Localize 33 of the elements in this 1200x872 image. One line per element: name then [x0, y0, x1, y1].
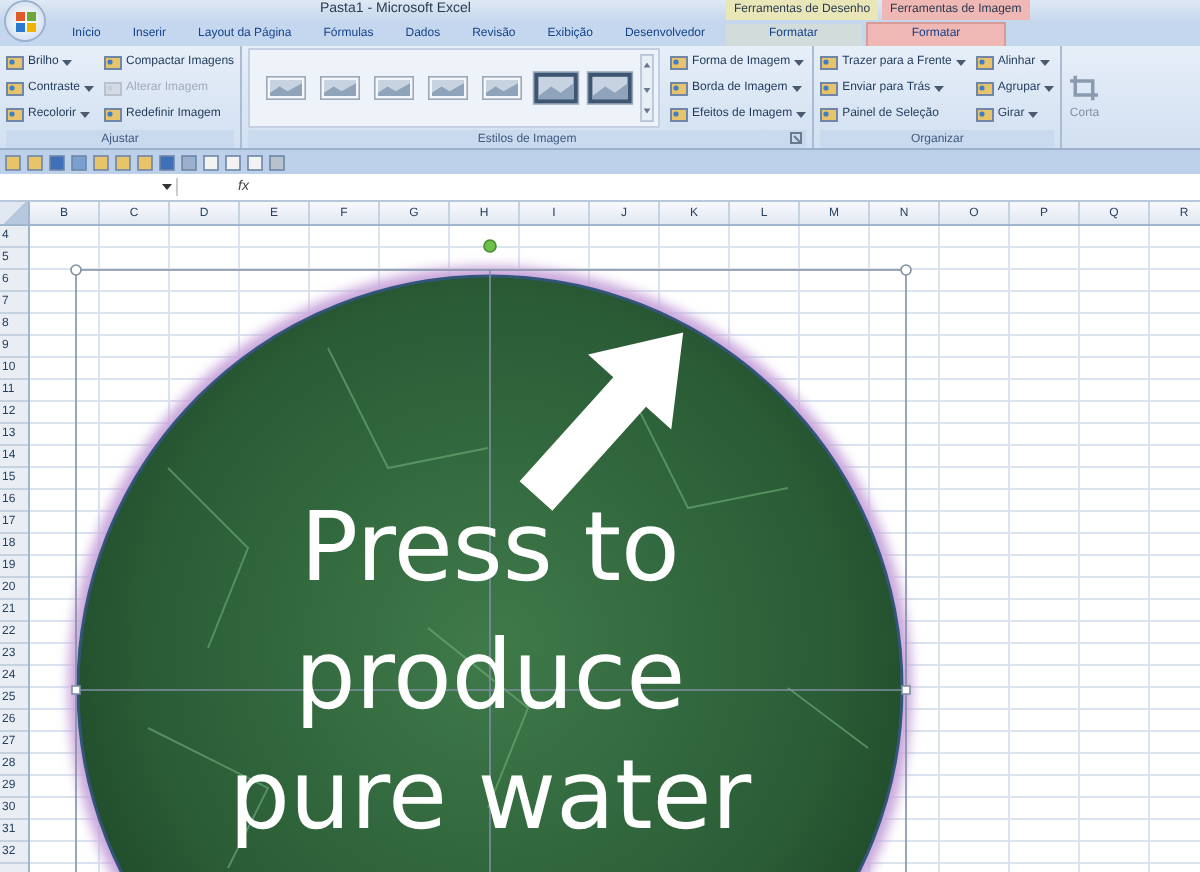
command-icon — [104, 53, 123, 71]
command-icon — [6, 53, 24, 71]
picture-style-thumbnail-icon[interactable] — [532, 70, 581, 106]
command-icon — [975, 79, 994, 97]
office-button[interactable] — [6, 2, 44, 40]
command-icon — [104, 79, 123, 97]
command-icon — [820, 53, 839, 71]
arrow-shape[interactable] — [519, 332, 684, 511]
command-icon — [104, 105, 123, 123]
command-icon — [670, 53, 689, 71]
select-all-corner[interactable] — [0, 202, 30, 224]
command-icon — [670, 79, 689, 97]
picture-style-thumbnail-icon[interactable] — [262, 70, 311, 106]
command-icon — [6, 79, 24, 97]
picture-style-thumbnail-icon[interactable] — [424, 70, 473, 106]
command-icon — [975, 105, 994, 123]
caret-icon — [162, 184, 172, 190]
command-icon — [820, 105, 839, 123]
crop-icon — [1068, 74, 1101, 102]
picture-style-thumbnail-icon[interactable] — [478, 70, 527, 106]
shape-text: pure water — [228, 740, 752, 852]
command-icon — [670, 105, 689, 123]
shape-text: produce — [294, 620, 686, 732]
command-icon — [975, 53, 994, 71]
picture-style-thumbnail-icon[interactable] — [586, 70, 635, 106]
gallery-scroll-icon[interactable] — [640, 54, 655, 122]
dialog-launcher-icon[interactable] — [790, 132, 803, 144]
command-icon — [6, 105, 24, 123]
picture-style-thumbnail-icon[interactable] — [316, 70, 365, 106]
shape-text: Press to — [300, 492, 680, 604]
picture-style-thumbnail-icon[interactable] — [370, 70, 419, 106]
office-logo-icon — [13, 9, 37, 33]
command-icon — [820, 79, 839, 97]
